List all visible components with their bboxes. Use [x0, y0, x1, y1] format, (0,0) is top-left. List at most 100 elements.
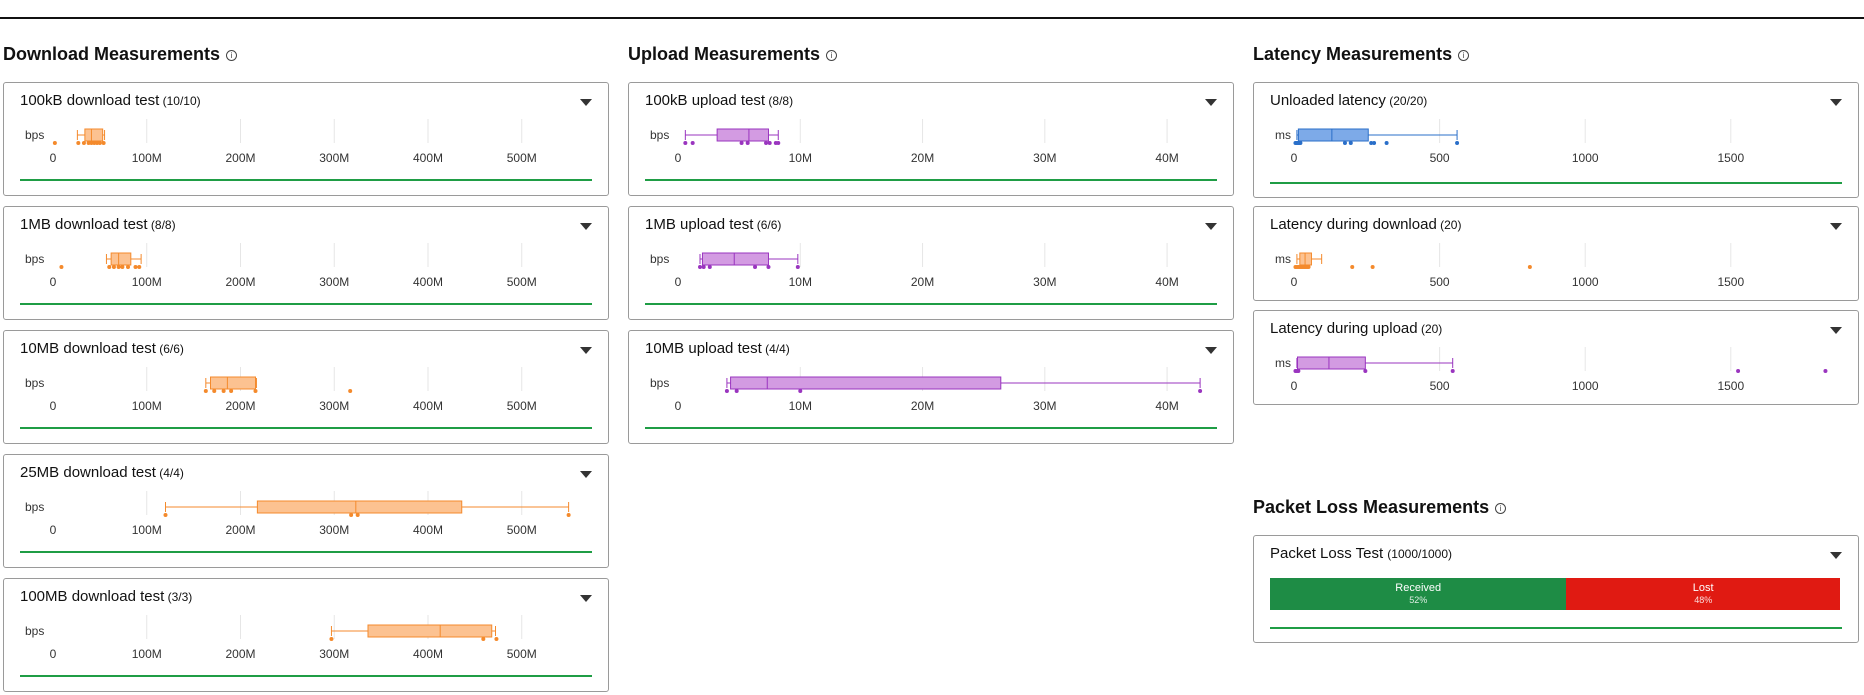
data-point [253, 389, 258, 393]
download-section-title: Download Measurements i [3, 44, 238, 65]
data-point [698, 265, 703, 269]
tick-label: 1500 [1717, 275, 1744, 289]
green-progress-line [1270, 182, 1842, 184]
data-point [76, 141, 81, 145]
box-plot: 0 500 1000 1500 [1291, 347, 1828, 393]
latency-test-card: Latency during upload (20) ms 0 500 1000 1500 [1253, 310, 1859, 405]
tick-label: 0 [50, 151, 57, 165]
data-point [355, 513, 360, 517]
chevron-down-icon[interactable] [1205, 223, 1217, 230]
test-card-title: 1MB upload test (6/6) [645, 216, 781, 233]
data-point [1306, 265, 1311, 269]
packet-loss-test-name: Packet Loss Test [1270, 545, 1384, 562]
data-point [126, 265, 130, 269]
data-point [101, 141, 106, 145]
data-point [739, 141, 744, 145]
iqr-box [367, 624, 493, 638]
test-name: 1MB download test [20, 216, 148, 233]
tick-label: 1000 [1572, 275, 1599, 289]
data-point [81, 141, 86, 145]
data-point [329, 637, 334, 641]
data-point [52, 141, 57, 145]
chevron-down-icon[interactable] [1830, 223, 1842, 230]
latency-title-text: Latency Measurements [1253, 44, 1453, 64]
test-card-title: 10MB upload test (4/4) [645, 340, 790, 357]
chevron-down-icon[interactable] [1205, 99, 1217, 106]
data-point [349, 513, 354, 517]
data-point [137, 265, 142, 269]
info-icon[interactable]: i [1495, 503, 1507, 514]
test-name: 10MB upload test [645, 340, 762, 357]
test-count: (4/4) [761, 342, 790, 356]
chevron-down-icon[interactable] [580, 347, 592, 354]
tick-label: 30M [1033, 151, 1056, 165]
data-point [481, 637, 486, 641]
chevron-down-icon[interactable] [580, 471, 592, 478]
info-icon[interactable]: i [826, 50, 838, 61]
chevron-down-icon[interactable] [580, 99, 592, 106]
lost-segment: Lost 48% [1566, 578, 1840, 610]
chevron-down-icon[interactable] [1830, 327, 1842, 334]
data-point [1350, 265, 1355, 269]
chevron-down-icon[interactable] [1830, 99, 1842, 106]
data-point [221, 389, 226, 393]
data-point [734, 389, 739, 393]
data-point [1736, 369, 1741, 373]
chevron-down-icon[interactable] [580, 595, 592, 602]
upload-test-card: 1MB upload test (6/6) bps 0 10M 20M 30M 40M [628, 206, 1234, 320]
box-plot: 0 100M 200M 300M 400M 500M [50, 243, 537, 289]
info-icon[interactable]: i [226, 50, 238, 61]
tick-label: 100M [132, 523, 162, 537]
info-icon[interactable]: i [1458, 50, 1470, 61]
download-test-card: 1MB download test (8/8) bps 0 100M 200M 300M 4… [3, 206, 609, 320]
data-point [1527, 265, 1532, 269]
iqr-box [110, 252, 132, 266]
test-name: 10MB download test [20, 340, 156, 357]
tick-label: 200M [225, 275, 255, 289]
chevron-down-icon[interactable] [580, 223, 592, 230]
data-point [1370, 265, 1375, 269]
data-point [111, 265, 116, 269]
data-point [212, 389, 217, 393]
tick-label: 30M [1033, 399, 1056, 413]
iqr-box [210, 376, 256, 390]
test-count: (8/8) [147, 218, 176, 232]
tick-label: 400M [413, 151, 443, 165]
test-name: Unloaded latency [1270, 92, 1386, 109]
test-count: (6/6) [753, 218, 782, 232]
data-point [348, 389, 353, 393]
iqr-box [84, 128, 104, 142]
tick-label: 300M [319, 399, 349, 413]
chevron-down-icon[interactable] [1205, 347, 1217, 354]
green-progress-line [20, 303, 592, 305]
tick-label: 0 [675, 275, 682, 289]
test-card-title: 100MB download test (3/3) [20, 588, 192, 605]
box-plot: 0 100M 200M 300M 400M 500M [50, 491, 571, 537]
test-card-title: Latency during upload (20) [1270, 320, 1442, 337]
tick-label: 500M [507, 647, 537, 661]
iqr-box [1297, 128, 1369, 142]
data-point [1342, 141, 1347, 145]
test-count: (10/10) [159, 94, 201, 108]
tick-label: 1000 [1572, 379, 1599, 393]
latency-test-card: Latency during download (20) ms 0 500 1000 15… [1253, 206, 1859, 301]
data-point [1298, 141, 1303, 145]
data-point [1823, 369, 1828, 373]
green-progress-line [645, 179, 1217, 181]
data-point [701, 265, 706, 269]
green-progress-line [20, 551, 592, 553]
tick-label: 300M [319, 647, 349, 661]
lost-percent: 48% [1694, 595, 1713, 605]
data-point [798, 389, 803, 393]
data-point [683, 141, 688, 145]
tick-label: 100M [132, 399, 162, 413]
tick-label: 0 [1291, 151, 1298, 165]
iqr-box [716, 128, 769, 142]
upload-section-title: Upload Measurements i [628, 44, 838, 65]
tick-label: 0 [1291, 379, 1298, 393]
box-plot: 0 100M 200M 300M 400M 500M [50, 119, 537, 165]
tick-label: 500 [1430, 379, 1450, 393]
tick-label: 500M [507, 151, 537, 165]
tick-label: 0 [1291, 275, 1298, 289]
chevron-down-icon[interactable] [1830, 552, 1842, 559]
